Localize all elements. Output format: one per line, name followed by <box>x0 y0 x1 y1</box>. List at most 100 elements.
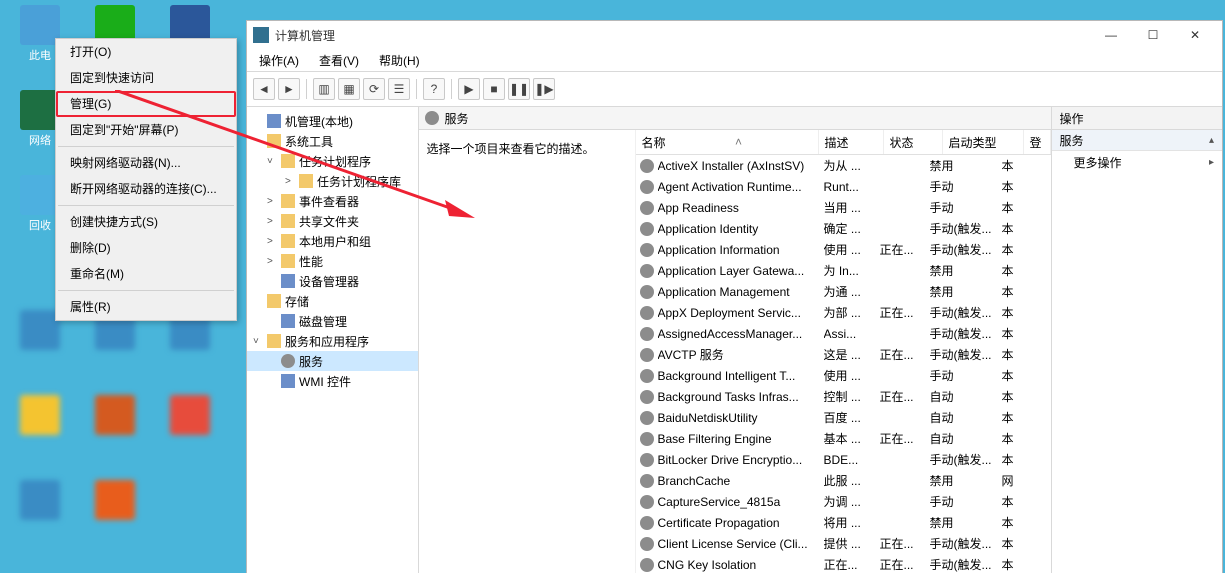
ctx-pin-start[interactable]: 固定到"开始"屏幕(P) <box>56 117 236 143</box>
service-row[interactable]: Client License Service (Cli...提供 ...正在..… <box>636 533 1051 554</box>
ctx-properties[interactable]: 属性(R) <box>56 294 236 320</box>
properties-icon[interactable]: ☰ <box>388 78 410 100</box>
service-row[interactable]: Background Intelligent T...使用 ...手动本 <box>636 365 1051 386</box>
gear-icon <box>640 327 654 341</box>
gear-icon <box>640 201 654 215</box>
pause-service-icon[interactable]: ❚❚ <box>508 78 530 100</box>
desktop-icon-blurred[interactable] <box>85 480 145 522</box>
tree-wmi-control[interactable]: WMI 控件 <box>247 371 418 391</box>
col-name[interactable]: 名称˄ <box>636 130 819 154</box>
menu-view[interactable]: 查看(V) <box>311 50 367 71</box>
service-row[interactable]: Agent Activation Runtime...Runt...手动本 <box>636 176 1051 197</box>
gear-icon <box>640 222 654 236</box>
tree-task-scheduler[interactable]: ˅任务计划程序 <box>247 151 418 171</box>
tree-task-scheduler-library[interactable]: ˃任务计划程序库 <box>247 171 418 191</box>
tab-label: 服务 <box>445 110 469 127</box>
tree-services[interactable]: 服务 <box>247 351 418 371</box>
service-row[interactable]: Application Management为通 ...禁用本 <box>636 281 1051 302</box>
desktop-icon-blurred[interactable] <box>10 395 70 437</box>
service-row[interactable]: ActiveX Installer (AxInstSV)为从 ...禁用本 <box>636 155 1051 176</box>
service-row[interactable]: CaptureService_4815a为调 ...手动本 <box>636 491 1051 512</box>
ctx-delete[interactable]: 删除(D) <box>56 235 236 261</box>
gear-icon <box>640 537 654 551</box>
start-service-icon[interactable]: ▶ <box>458 78 480 100</box>
menubar: 操作(A) 查看(V) 帮助(H) <box>247 49 1222 72</box>
restart-service-icon[interactable]: ❚▶ <box>533 78 555 100</box>
service-row[interactable]: Certificate Propagation将用 ...禁用本 <box>636 512 1051 533</box>
col-description[interactable]: 描述 <box>819 130 884 154</box>
titlebar[interactable]: 计算机管理 — ☐ ✕ <box>247 21 1222 49</box>
tree-system-tools[interactable]: 系统工具 <box>247 131 418 151</box>
computer-management-window: 计算机管理 — ☐ ✕ 操作(A) 查看(V) 帮助(H) ◄ ► ▥ ▦ ⟳ … <box>246 20 1223 573</box>
context-menu: 打开(O) 固定到快速访问 管理(G) 固定到"开始"屏幕(P) 映射网络驱动器… <box>55 38 237 321</box>
tree-disk-management[interactable]: 磁盘管理 <box>247 311 418 331</box>
gear-icon <box>640 264 654 278</box>
nav-back-icon[interactable]: ◄ <box>253 78 275 100</box>
tree-local-users-groups[interactable]: ˃本地用户和组 <box>247 231 418 251</box>
nav-forward-icon[interactable]: ► <box>278 78 300 100</box>
export-list-icon[interactable]: ▦ <box>338 78 360 100</box>
menu-action[interactable]: 操作(A) <box>251 50 307 71</box>
service-row[interactable]: App Readiness当用 ...手动本 <box>636 197 1051 218</box>
service-row[interactable]: AVCTP 服务这是 ...正在...手动(触发...本 <box>636 344 1051 365</box>
help-icon[interactable]: ? <box>423 78 445 100</box>
service-row[interactable]: Base Filtering Engine基本 ...正在...自动本 <box>636 428 1051 449</box>
gear-icon <box>640 159 654 173</box>
service-row[interactable]: BaiduNetdiskUtility百度 ...自动本 <box>636 407 1051 428</box>
separator <box>58 290 234 291</box>
desktop-icon-blurred[interactable] <box>160 395 220 437</box>
service-row[interactable]: AssignedAccessManager...Assi...手动(触发...本 <box>636 323 1051 344</box>
service-row[interactable]: Application Identity确定 ...手动(触发...本 <box>636 218 1051 239</box>
ctx-disconnect-drive[interactable]: 断开网络驱动器的连接(C)... <box>56 176 236 202</box>
stop-service-icon[interactable]: ■ <box>483 78 505 100</box>
description-pane: 选择一个项目来查看它的描述。 <box>419 130 636 573</box>
service-row[interactable]: Application Layer Gatewa...为 In...禁用本 <box>636 260 1051 281</box>
service-row[interactable]: BranchCache此服 ...禁用网 <box>636 470 1051 491</box>
tree-shared-folders[interactable]: ˃共享文件夹 <box>247 211 418 231</box>
col-status[interactable]: 状态 <box>884 130 943 154</box>
refresh-icon[interactable]: ⟳ <box>363 78 385 100</box>
service-row[interactable]: BitLocker Drive Encryptio...BDE...手动(触发.… <box>636 449 1051 470</box>
menu-help[interactable]: 帮助(H) <box>371 50 428 71</box>
toolbar: ◄ ► ▥ ▦ ⟳ ☰ ? ▶ ■ ❚❚ ❚▶ <box>247 72 1222 107</box>
service-row[interactable]: CNG Key Isolation正在...正在...手动(触发...本 <box>636 554 1051 573</box>
tree-performance[interactable]: ˃性能 <box>247 251 418 271</box>
service-rows[interactable]: ActiveX Installer (AxInstSV)为从 ...禁用本Age… <box>636 155 1051 573</box>
gear-icon <box>640 285 654 299</box>
ctx-pin-quick-access[interactable]: 固定到快速访问 <box>56 65 236 91</box>
ctx-map-drive[interactable]: 映射网络驱动器(N)... <box>56 150 236 176</box>
tree-event-viewer[interactable]: ˃事件查看器 <box>247 191 418 211</box>
tree-device-manager[interactable]: 设备管理器 <box>247 271 418 291</box>
gear-icon <box>640 558 654 572</box>
ctx-create-shortcut[interactable]: 创建快捷方式(S) <box>56 209 236 235</box>
window-title: 计算机管理 <box>275 27 335 44</box>
close-button[interactable]: ✕ <box>1174 21 1216 49</box>
service-row[interactable]: Application Information使用 ...正在...手动(触发.… <box>636 239 1051 260</box>
tree-services-apps[interactable]: ˅服务和应用程序 <box>247 331 418 351</box>
service-row[interactable]: Background Tasks Infras...控制 ...正在...自动本 <box>636 386 1051 407</box>
minimize-button[interactable]: — <box>1090 21 1132 49</box>
service-row[interactable]: AppX Deployment Servic...为部 ...正在...手动(触… <box>636 302 1051 323</box>
gear-icon <box>640 306 654 320</box>
show-hide-tree-icon[interactable]: ▥ <box>313 78 335 100</box>
description-prompt: 选择一个项目来查看它的描述。 <box>427 142 595 156</box>
gear-icon <box>640 474 654 488</box>
navigation-tree[interactable]: 机管理(本地) 系统工具 ˅任务计划程序 ˃任务计划程序库 ˃事件查看器 ˃共享… <box>247 107 419 573</box>
ctx-manage[interactable]: 管理(G) <box>56 91 236 117</box>
separator <box>58 146 234 147</box>
col-logon[interactable]: 登 <box>1024 130 1051 154</box>
gear-icon <box>640 411 654 425</box>
app-icon <box>253 27 269 43</box>
ctx-rename[interactable]: 重命名(M) <box>56 261 236 287</box>
desktop-icon-blurred[interactable] <box>85 395 145 437</box>
col-startup-type[interactable]: 启动类型 <box>943 130 1024 154</box>
tree-root[interactable]: 机管理(本地) <box>247 111 418 131</box>
gear-icon <box>640 369 654 383</box>
desktop-icon-blurred[interactable] <box>10 480 70 522</box>
ctx-open[interactable]: 打开(O) <box>56 39 236 65</box>
tree-storage[interactable]: 存储 <box>247 291 418 311</box>
maximize-button[interactable]: ☐ <box>1132 21 1174 49</box>
gear-icon <box>640 495 654 509</box>
actions-section-services[interactable]: 服务▴ <box>1052 130 1223 151</box>
actions-more[interactable]: 更多操作▸ <box>1052 151 1223 173</box>
